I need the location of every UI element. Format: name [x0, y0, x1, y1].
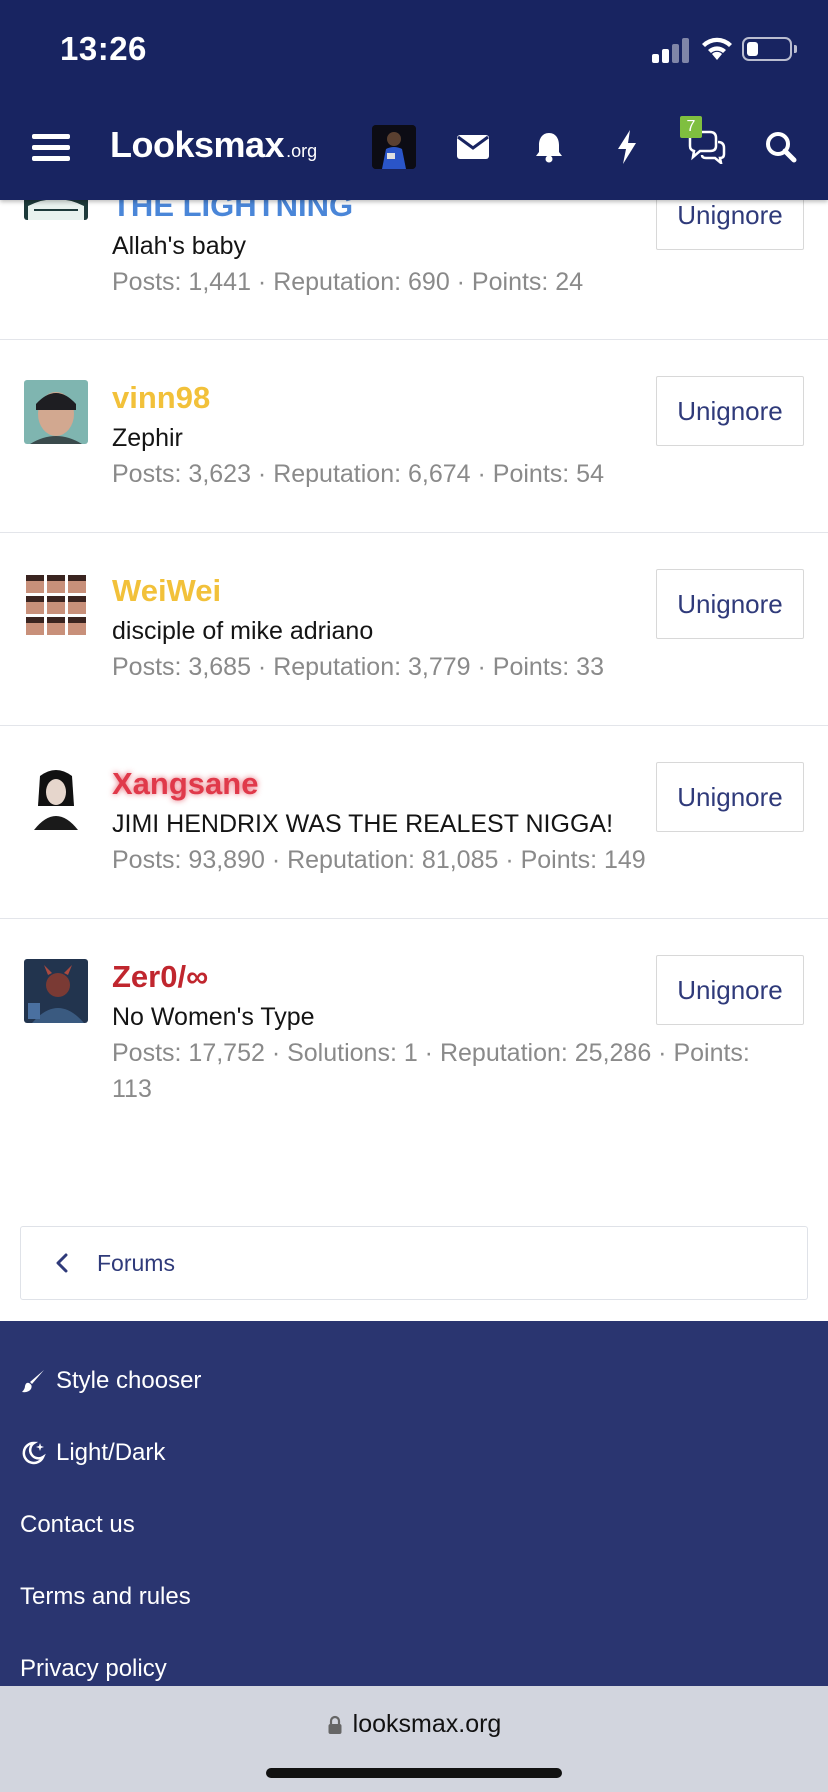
unignore-button[interactable]: Unignore [656, 569, 804, 639]
style-chooser-label: Style chooser [56, 1367, 202, 1394]
member-avatar[interactable] [24, 766, 88, 830]
status-bar: 13:26 [0, 0, 828, 100]
site-footer: Style chooser Light/Dark Contact us Term… [0, 1321, 828, 1686]
nav-bar: Looksmax .org 7 [0, 110, 828, 190]
terms-label: Terms and rules [20, 1583, 191, 1610]
paintbrush-icon [22, 1370, 44, 1393]
member-avatar[interactable] [24, 573, 88, 637]
member-name[interactable]: vinn98 [112, 380, 210, 416]
user-avatar[interactable] [372, 125, 416, 169]
bell-icon[interactable] [524, 122, 574, 172]
member-stats: Posts: 3,623 · Reputation: 6,674 · Point… [112, 460, 604, 488]
member-avatar[interactable] [24, 380, 88, 444]
privacy-link[interactable]: Privacy policy [20, 1655, 167, 1683]
address-url: looksmax.org [352, 1710, 502, 1738]
address-display[interactable]: looksmax.org [0, 1710, 828, 1739]
cellular-signal-icon [652, 37, 692, 63]
lightning-icon[interactable] [602, 122, 652, 172]
logo-main-text: Looksmax [110, 124, 285, 165]
member-title: Zephir [112, 424, 183, 452]
site-header: 13:26 Looksmax .org 7 [0, 0, 828, 200]
list-item: Zer0/∞ No Women's Type Posts: 17,752 · S… [0, 919, 828, 1149]
lock-icon [328, 1715, 342, 1734]
member-stats: Posts: 3,685 · Reputation: 3,779 · Point… [112, 653, 604, 681]
member-stats: Posts: 1,441 · Reputation: 690 · Points:… [112, 268, 584, 296]
home-indicator [266, 1768, 562, 1778]
unignore-button[interactable]: Unignore [656, 762, 804, 832]
site-logo[interactable]: Looksmax .org [110, 124, 317, 174]
light-dark-label: Light/Dark [56, 1439, 166, 1466]
member-title: Allah's baby [112, 232, 247, 260]
contact-link[interactable]: Contact us [20, 1511, 135, 1539]
style-chooser-link[interactable]: Style chooser [20, 1367, 201, 1395]
page: 13:26 Looksmax .org 7 THE LIGHTNING Alla… [0, 0, 828, 1792]
member-name[interactable]: WeiWei [112, 573, 221, 609]
member-title: disciple of mike adriano [112, 617, 374, 645]
member-stats: Posts: 93,890 · Reputation: 81,085 · Poi… [112, 846, 646, 874]
unignore-button[interactable]: Unignore [656, 376, 804, 446]
conversations-icon[interactable]: 7 [680, 116, 730, 172]
list-item: Xangsane JIMI HENDRIX WAS THE REALEST NI… [0, 726, 828, 919]
list-item: WeiWei disciple of mike adriano Posts: 3… [0, 533, 828, 726]
moon-icon [22, 1441, 46, 1465]
member-name[interactable]: Zer0/∞ [112, 959, 208, 995]
wifi-icon [702, 37, 732, 60]
breadcrumb-label[interactable]: Forums [97, 1250, 175, 1277]
menu-icon[interactable] [28, 122, 74, 172]
chevron-left-icon [56, 1253, 68, 1273]
member-title: No Women's Type [112, 1003, 315, 1031]
battery-icon [742, 37, 797, 61]
member-stats: Posts: 17,752 · Solutions: 1 · Reputatio… [112, 1039, 750, 1103]
browser-address-bar[interactable]: looksmax.org [0, 1686, 828, 1792]
list-item: vinn98 Zephir Posts: 3,623 · Reputation:… [0, 340, 828, 533]
member-name[interactable]: Xangsane [112, 766, 258, 802]
contact-label: Contact us [20, 1511, 135, 1538]
light-dark-toggle[interactable]: Light/Dark [20, 1439, 165, 1467]
search-icon[interactable] [756, 122, 806, 172]
terms-link[interactable]: Terms and rules [20, 1583, 191, 1611]
logo-sub-text: .org [286, 141, 318, 161]
mail-icon[interactable] [448, 122, 498, 172]
breadcrumb[interactable]: Forums [20, 1226, 808, 1300]
member-avatar[interactable] [24, 959, 88, 1023]
member-title: JIMI HENDRIX WAS THE REALEST NIGGA! [112, 810, 614, 838]
status-time: 13:26 [60, 30, 147, 67]
conversations-badge: 7 [680, 116, 702, 138]
ignored-members-list: THE LIGHTNING Allah's baby Posts: 1,441 … [0, 156, 828, 1149]
unignore-button[interactable]: Unignore [656, 955, 804, 1025]
privacy-label: Privacy policy [20, 1655, 167, 1682]
